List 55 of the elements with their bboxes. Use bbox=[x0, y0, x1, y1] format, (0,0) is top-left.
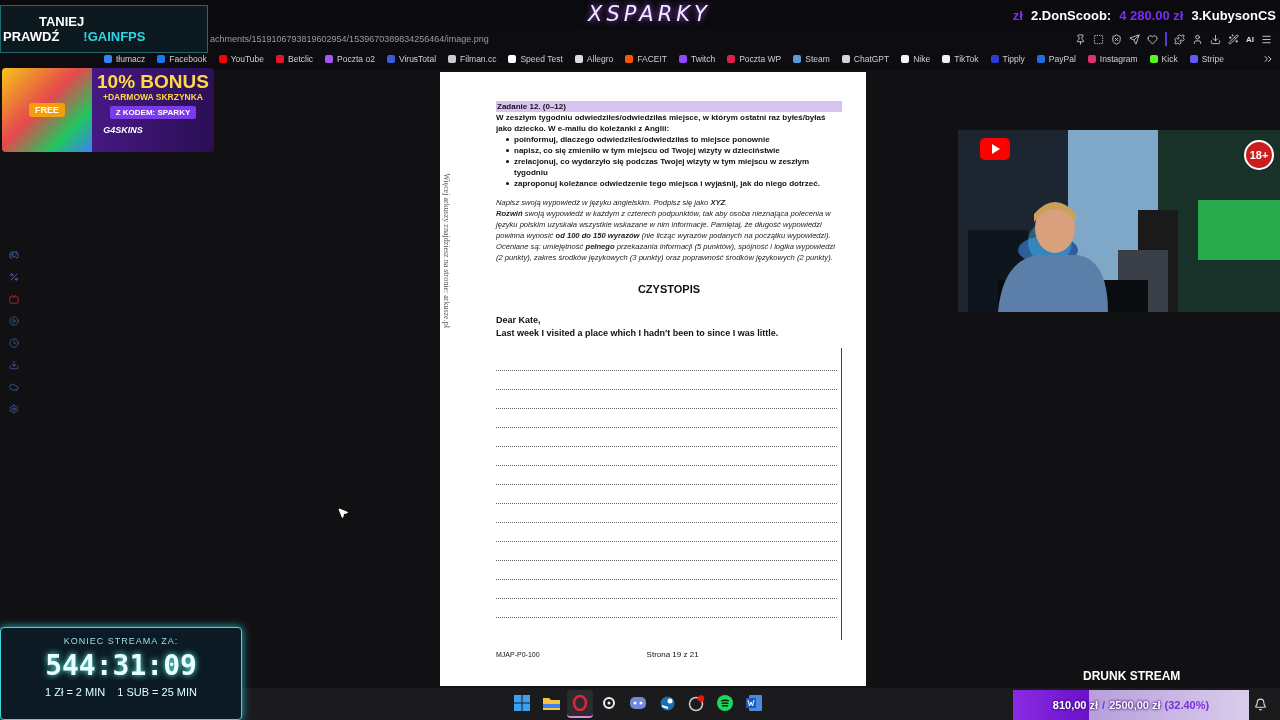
donation-amount: zł bbox=[1012, 7, 1023, 23]
address-bar-url[interactable]: achments/1519106793819602954/1539670389834256464/image.png bbox=[210, 34, 489, 44]
countdown-time: 544:31:09 bbox=[45, 649, 197, 682]
ai-button[interactable]: AI bbox=[1246, 34, 1254, 44]
task-point: napisz, co się zmieniło w tym miejscu od Twojej wizyty w dzieciństwie bbox=[514, 145, 780, 156]
bookmark-link[interactable]: Instagram bbox=[1099, 54, 1138, 64]
bookmark-link[interactable]: Tipply bbox=[1002, 54, 1025, 64]
free-tag: FREE bbox=[29, 103, 65, 117]
bookmark-link[interactable]: Nike bbox=[913, 54, 931, 64]
bookmark-link[interactable]: Stripe bbox=[1201, 54, 1224, 64]
promo-code: Z KODEM: SPARKY bbox=[109, 106, 197, 119]
bookmark-link[interactable]: PayPal bbox=[1048, 54, 1076, 64]
bookmark-link[interactable]: VirusTotal bbox=[398, 54, 437, 64]
chat-command: !GAINFPS bbox=[83, 29, 146, 44]
task-title: Zadanie 12. (0–12) bbox=[496, 101, 842, 112]
goal-title: DRUNK STREAM bbox=[1083, 669, 1181, 683]
goal-current: 810,00 zł bbox=[1052, 699, 1099, 711]
bookmark-link[interactable]: Betclic bbox=[288, 54, 314, 64]
bookmark-link[interactable]: Allegro bbox=[586, 54, 614, 64]
donation-amount: 4 280.00 zł bbox=[1119, 7, 1184, 23]
goal-target: 2500,00 zł bbox=[1109, 699, 1161, 711]
sponsor-name: G4SKINS bbox=[103, 125, 143, 135]
donor-name: 2.DonScoob: bbox=[1031, 7, 1112, 23]
goal-percent: (32.40%) bbox=[1164, 699, 1210, 711]
bookmark-link[interactable]: Poczta o2 bbox=[337, 54, 375, 64]
bookmark-link[interactable]: ChatGPT bbox=[853, 54, 890, 64]
donor-name: 3.KubysonCS bbox=[1191, 7, 1276, 23]
bookmark-link[interactable]: Kick bbox=[1161, 54, 1178, 64]
channel-logo: XSPARKY bbox=[588, 2, 711, 26]
goal-separator: / bbox=[1102, 699, 1106, 711]
promo-text: PRAWDŹ bbox=[3, 29, 60, 44]
task-intro: W zeszłym tygodniu odwiedziłeś/odwiedziłaś miejsce, w którym ostatni raz byłeś/byłaś jako dziecko. W e-mailu do koleżanki z Anglii: bbox=[496, 112, 827, 134]
bookmark-link[interactable]: Facebook bbox=[169, 54, 207, 64]
bonus-headline: 10% BONUS bbox=[97, 72, 209, 92]
promo-text: TANIEJ bbox=[38, 14, 85, 29]
page-number: Strona 19 z 21 bbox=[646, 650, 699, 659]
bookmark-link[interactable]: tłumacz bbox=[116, 54, 146, 64]
bookmark-link[interactable]: FACEIT bbox=[637, 54, 668, 64]
bookmark-link[interactable]: Steam bbox=[805, 54, 830, 64]
bonus-subline: +DARMOWA SKRZYNKA bbox=[102, 92, 203, 102]
letter-greeting: Dear Kate, bbox=[496, 314, 542, 327]
section-title: CZYSTOPIS bbox=[636, 283, 702, 295]
bookmark-link[interactable]: Twitch bbox=[691, 54, 716, 64]
rate-text: 1 Zł = 2 MIN bbox=[45, 686, 106, 698]
task-point: poinformuj, dlaczego odwiedziłeś/odwiedziłaś to miejsce ponownie bbox=[514, 134, 770, 145]
countdown-title: KONIEC STREAMA ZA: bbox=[63, 636, 179, 646]
bookmark-link[interactable]: Filman.cc bbox=[460, 54, 497, 64]
letter-opening: Last week I visited a place which I hadn't been to since I was little. bbox=[496, 327, 780, 340]
bookmark-link[interactable]: TikTok bbox=[954, 54, 979, 64]
rate-text: 1 SUB = 25 MIN bbox=[117, 686, 197, 698]
task-point: zaproponuj koleżance odwiedzenie tego miejsca i wyjaśnij, jak do niego dotrzeć. bbox=[514, 178, 820, 189]
bookmark-link[interactable]: Poczta WP bbox=[739, 54, 782, 64]
margin-note: Więcej arkuszy znajdziesz na stronie: arkusze.pl bbox=[441, 172, 451, 330]
bookmark-link[interactable]: Speed Test bbox=[520, 54, 563, 64]
bookmark-link[interactable]: YouTube bbox=[230, 54, 265, 64]
